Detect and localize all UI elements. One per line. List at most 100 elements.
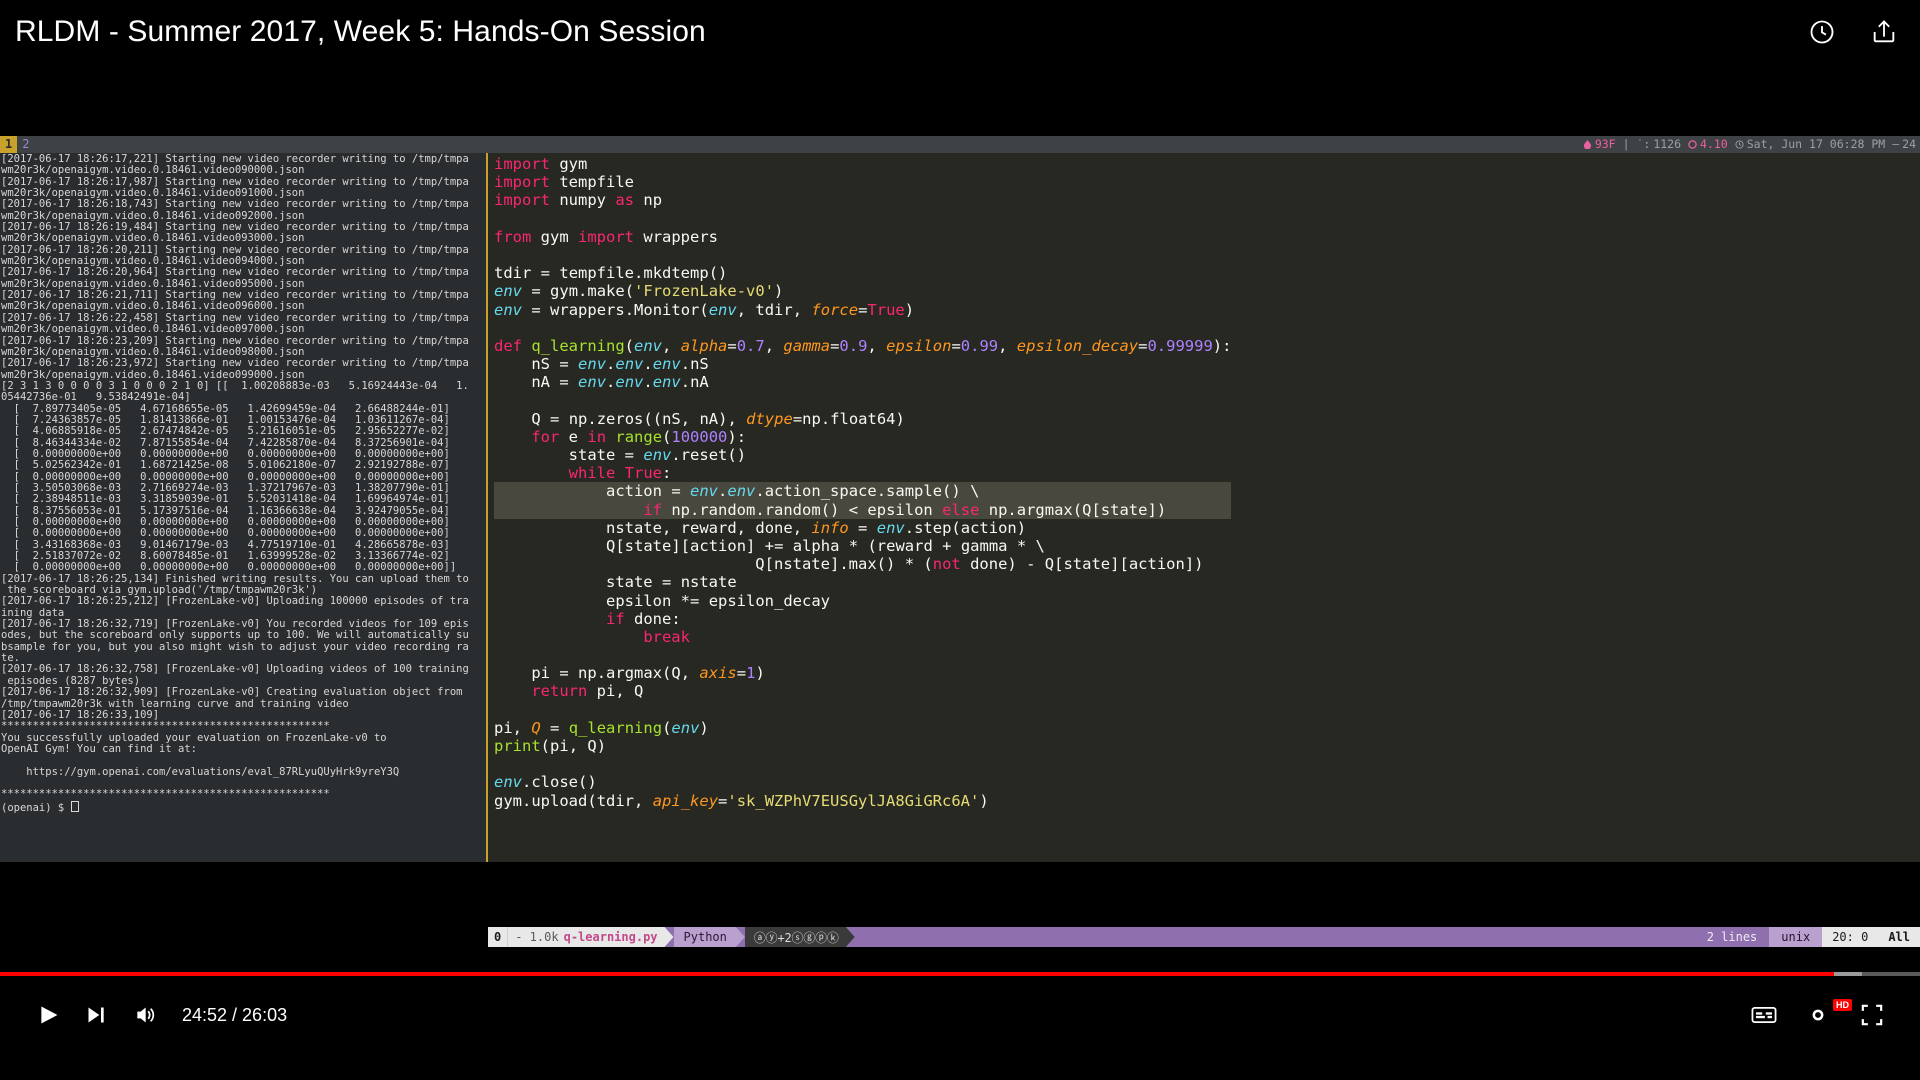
code-line: if done:: [605, 609, 681, 628]
header-actions: [1802, 12, 1904, 52]
tmux-window-1[interactable]: 1: [0, 136, 18, 153]
code-line: action = env.env.action_space.sample() \: [494, 482, 1232, 501]
battery-indicator: – 24: [1892, 136, 1916, 153]
video-title: RLDM - Summer 2017, Week 5: Hands-On Ses…: [15, 15, 706, 48]
vim-mode-indicator: 0: [488, 927, 508, 947]
share-icon[interactable]: [1864, 12, 1904, 52]
file-name: q-learning.py: [563, 930, 658, 944]
code-line: env = wrappers.Monitor(env, tdir, force=…: [494, 300, 915, 319]
tmux-status-line: 1 2 93F | ˙: 1126 4.10 Sat, Jun 17 06:28: [0, 136, 1920, 153]
time-display: 24:52 / 26:03: [182, 1004, 288, 1025]
vim-status-bar: 0 - 1.0k q-learning.py Python ⓐⓨ+2ⓢⓖⓟⓚ 2…: [488, 927, 1920, 947]
clock-value: Sat, Jun 17 06:28 PM: [1746, 137, 1886, 151]
terminal-line: https://gym.openai.com/evaluations/eval_…: [1, 765, 400, 778]
code-line: for e in range(100000):: [531, 427, 747, 446]
next-video-button[interactable]: [72, 991, 120, 1039]
play-button[interactable]: [24, 991, 72, 1039]
terminal-line: [ 4.06885918e-05 2.67474842e-05 5.216160…: [1, 425, 450, 438]
terminal-cursor: [70, 800, 79, 812]
fullscreen-button[interactable]: [1848, 991, 1896, 1039]
terminal-line: [2017-06-17 18:26:23,972] Starting new v…: [1, 357, 469, 370]
code-line: break: [643, 627, 690, 646]
vim-scroll-percent: All: [1878, 927, 1920, 947]
terminal-line: wm20r3k/openaigym.video.0.18461.video090…: [1, 164, 305, 177]
code-line: gym.upload(tdir, api_key='sk_WZPhV7EUSGy…: [494, 791, 989, 810]
code-line: print(pi, Q): [494, 737, 607, 755]
terminal-line: wm20r3k/openaigym.video.0.18461.video097…: [1, 323, 305, 336]
vim-marks-segment: ⓐⓨ+2ⓢⓖⓟⓚ: [745, 927, 855, 947]
player-controls-bar: 24:52 / 26:03 HD: [0, 947, 1920, 1080]
right-controls: HD: [1740, 991, 1896, 1039]
temperature-indicator: 93F: [1583, 136, 1616, 153]
code-line: if np.random.random() < epsilon else np.…: [494, 500, 1232, 519]
code-line: return pi, Q: [531, 682, 644, 701]
vim-status-spacer: [855, 927, 1695, 947]
file-size: - 1.0k: [515, 930, 559, 944]
vim-language-segment: Python: [674, 927, 745, 947]
terminal-line: [ 2.38948511e-03 3.31859039e-01 5.520314…: [1, 493, 450, 506]
progress-bar[interactable]: [0, 972, 1920, 977]
code-line: import tempfile: [494, 173, 634, 192]
code-line: nS = env.env.env.nS: [531, 355, 709, 374]
code-line: env.close(): [494, 773, 597, 792]
code-line: state = env.reset(): [568, 446, 747, 464]
terminal-line: ****************************************…: [1, 788, 330, 801]
load-value: 4.10: [1700, 137, 1728, 151]
terminal-pane[interactable]: [2017-06-17 18:26:17,221] Starting new v…: [0, 153, 486, 862]
code-line: epsilon *= epsilon_decay: [605, 591, 831, 610]
terminal-line: OpenAI Gym! You can find it at:: [1, 742, 197, 755]
code-line: import gym: [494, 155, 588, 173]
hd-quality-badge: HD: [1833, 999, 1852, 1011]
code-line: env = gym.make('FrozenLake-v0'): [494, 282, 784, 301]
code-line: nstate, reward, done, info = env.step(ac…: [605, 518, 1027, 537]
code-line: pi, Q = q_learning(env): [494, 718, 709, 737]
terminal-prompt[interactable]: (openai) $: [1, 800, 486, 813]
vim-encoding: unix: [1769, 927, 1823, 947]
code-line: def q_learning(env, alpha=0.7, gamma=0.9…: [494, 336, 1232, 355]
code-line: Q[state][action] += alpha * (reward + ga…: [605, 536, 1045, 555]
terminal-line: [2017-06-17 18:26:32,909] [FrozenLake-v0…: [1, 686, 469, 699]
tmux-status-right: 93F | ˙: 1126 4.10 Sat, Jun 17 06:28 PM …: [1583, 136, 1920, 153]
progress-played: [0, 972, 1834, 976]
code-line: import numpy as np: [494, 191, 663, 210]
battery-dash: –: [1892, 137, 1900, 151]
vim-filename-segment[interactable]: - 1.0k q-learning.py: [507, 927, 673, 947]
code-line: from gym import wrappers: [494, 227, 719, 246]
terminal-line: [2017-06-17 18:26:25,212] [FrozenLake-v0…: [1, 595, 469, 608]
terminal-line: ****************************************…: [1, 720, 330, 733]
code-line: pi = np.argmax(Q, axis=1): [531, 664, 765, 683]
watch-later-icon[interactable]: [1802, 12, 1842, 52]
code-line: tdir = tempfile.mkdtemp(): [494, 264, 728, 283]
terminal-line: bsample for you, but you also might wish…: [1, 640, 469, 653]
memory-value: 1126: [1653, 137, 1682, 151]
code-line: state = nstate: [605, 573, 737, 592]
captions-button[interactable]: [1740, 991, 1788, 1039]
vim-lines-count: 2 lines: [1706, 930, 1758, 944]
tmux-window-2[interactable]: 2: [17, 136, 34, 153]
battery-value: 24: [1902, 137, 1916, 151]
video-header: RLDM - Summer 2017, Week 5: Hands-On Ses…: [0, 0, 1920, 92]
controls-row: 24:52 / 26:03 HD: [0, 985, 1920, 1045]
editor-pane[interactable]: import gym import tempfile import numpy as…: [488, 153, 1920, 862]
video-player-page: RLDM - Summer 2017, Week 5: Hands-On Ses…: [0, 0, 1920, 1080]
load-indicator: 4.10: [1688, 136, 1728, 153]
terminal-line: [ 0.00000000e+00 0.00000000e+00 0.000000…: [1, 527, 450, 540]
temperature-value: 93F: [1594, 137, 1616, 151]
memory-indicator: | ˙: 1126: [1623, 136, 1681, 153]
code-line: nA = env.env.env.nA: [531, 373, 709, 392]
screen-capture-area: 1 2 93F | ˙: 1126 4.10 Sat, Jun 17 06:28: [0, 92, 1920, 947]
memory-prefix: | ˙:: [1622, 137, 1651, 151]
clock-indicator: Sat, Jun 17 06:28 PM: [1735, 136, 1885, 153]
volume-button[interactable]: [120, 991, 168, 1039]
code-line: Q = np.zeros((nS, nA), dtype=np.float64): [531, 409, 905, 428]
code-line: while True:: [568, 464, 672, 483]
terminal-line: [ 5.02562342e-01 1.68721425e-08 5.010621…: [1, 459, 450, 472]
